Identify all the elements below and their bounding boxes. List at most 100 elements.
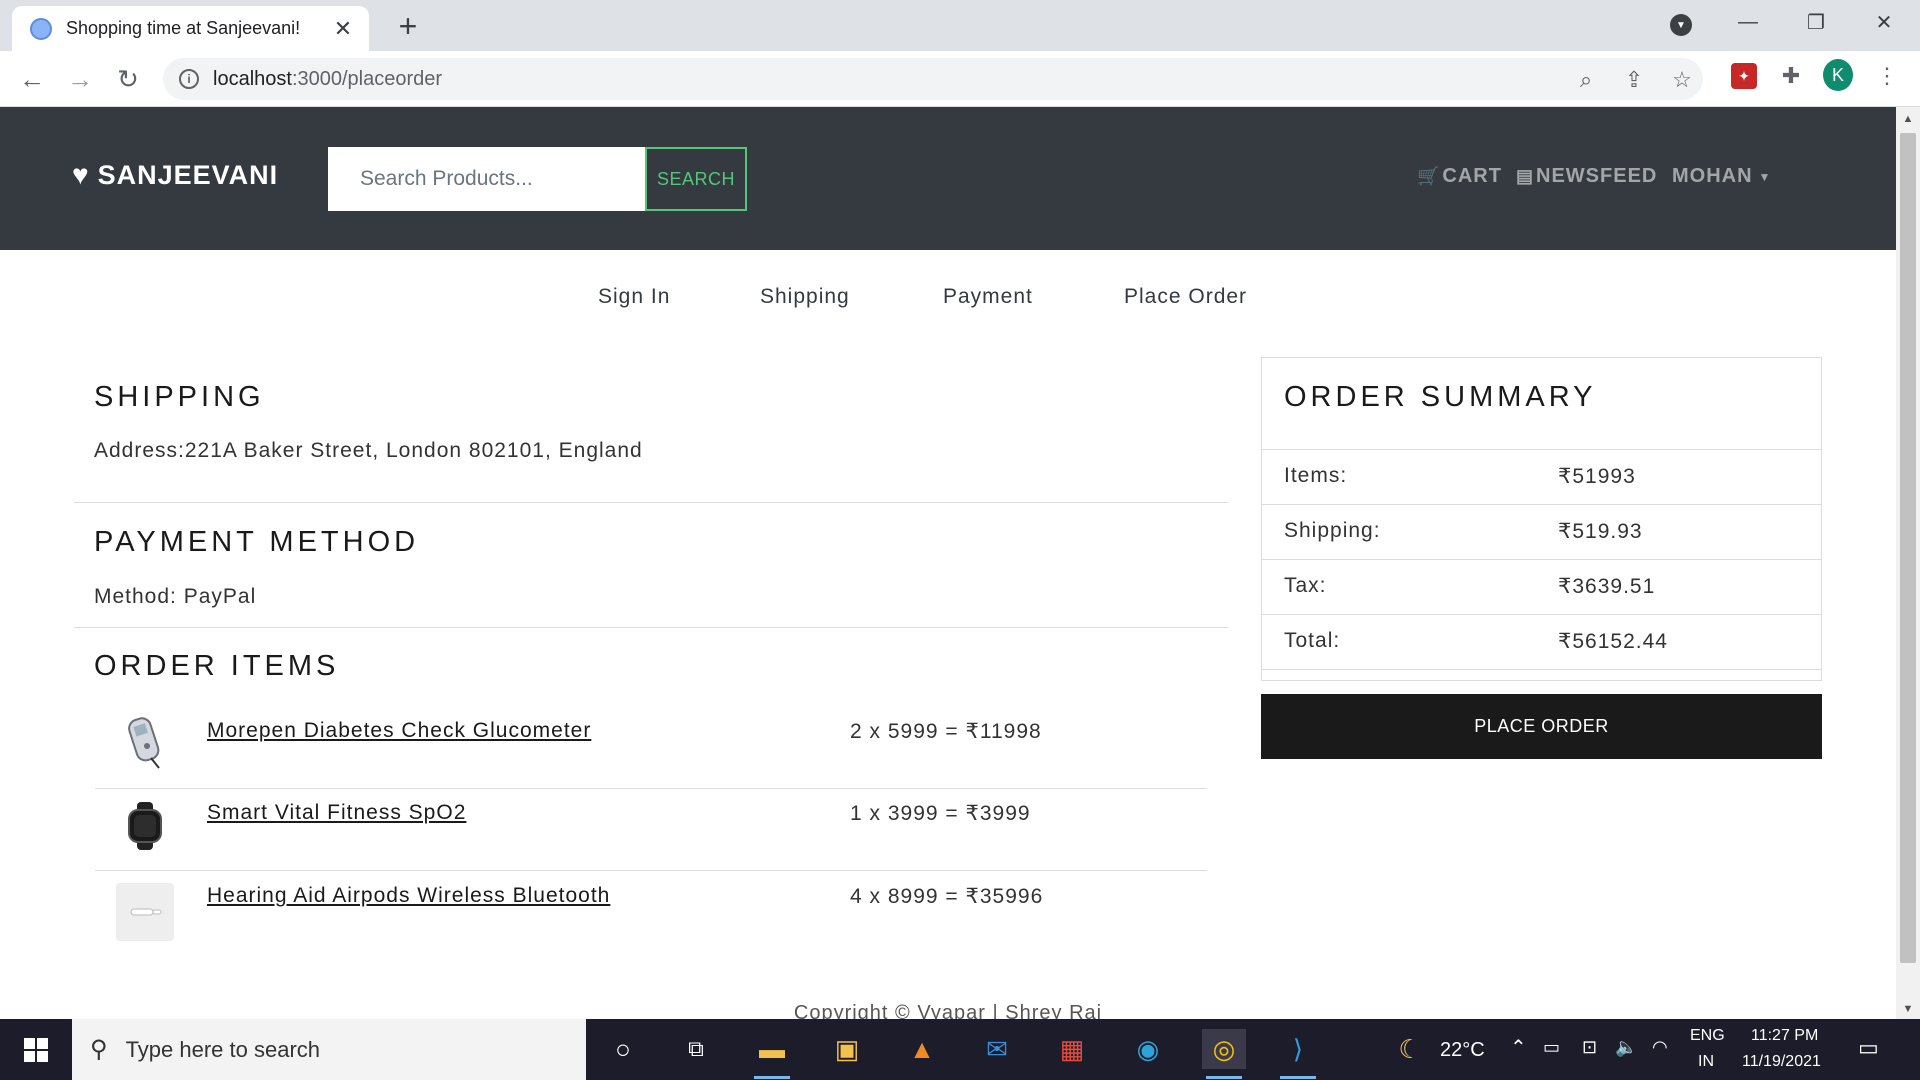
browser-toolbar: ← → ↻ i localhost:3000/placeorder ⌕ ⇪ ☆ bbox=[0, 51, 1920, 107]
order-items-heading: ORDER ITEMS bbox=[94, 650, 340, 682]
mail-icon[interactable]: ✉ bbox=[975, 1029, 1019, 1069]
url-text: localhost:3000/placeorder bbox=[213, 67, 443, 90]
search-input[interactable] bbox=[328, 147, 646, 211]
shipping-address: Address:221A Baker Street, London 802101… bbox=[94, 439, 643, 462]
summary-value: ₹3639.51 bbox=[1558, 575, 1656, 598]
weather-moon-icon[interactable]: ☾ bbox=[1388, 1029, 1432, 1069]
share-icon[interactable]: ⇪ bbox=[1621, 67, 1647, 93]
tray-expand-icon[interactable]: ⌃ bbox=[1510, 1035, 1527, 1060]
divider bbox=[95, 870, 1207, 871]
summary-label: Shipping: bbox=[1284, 519, 1381, 542]
volume-icon[interactable]: 🔈 bbox=[1615, 1037, 1637, 1058]
summary-label: Total: bbox=[1284, 629, 1341, 652]
task-view-icon[interactable]: ⧉ bbox=[674, 1029, 718, 1069]
close-window-icon[interactable]: ✕ bbox=[1854, 0, 1914, 44]
divider bbox=[74, 627, 1228, 628]
weather-temp[interactable]: 22°C bbox=[1440, 1039, 1485, 1062]
network-icon[interactable]: ⊡ bbox=[1582, 1037, 1597, 1058]
restore-icon[interactable]: ❐ bbox=[1786, 0, 1846, 44]
hearing-aid-image bbox=[116, 883, 174, 941]
page-scrollbar[interactable]: ▲ ▼ bbox=[1896, 107, 1920, 1019]
profile-avatar[interactable]: K bbox=[1823, 59, 1853, 91]
cortana-icon[interactable]: ○ bbox=[601, 1029, 645, 1069]
step-sign-in[interactable]: Sign In bbox=[598, 285, 670, 309]
nav-user-dropdown[interactable]: MOHAN ▼ bbox=[1672, 165, 1771, 188]
tab-title: Shopping time at Sanjeevani! bbox=[66, 18, 301, 38]
item-price: 4 x 8999 = ₹35996 bbox=[850, 885, 1044, 908]
step-payment[interactable]: Payment bbox=[943, 285, 1033, 309]
brand-name: SANJEEVANI bbox=[97, 159, 279, 190]
nav-cart-label: CART bbox=[1442, 165, 1502, 187]
vscode-icon[interactable]: ⟩ bbox=[1276, 1029, 1320, 1079]
zoom-icon[interactable]: ⌕ bbox=[1573, 67, 1599, 93]
file-explorer-icon[interactable]: ▬ bbox=[750, 1029, 794, 1079]
search-button[interactable]: SEARCH bbox=[645, 147, 747, 211]
site-favicon-icon bbox=[30, 17, 52, 40]
language-region[interactable]: IN bbox=[1698, 1053, 1714, 1071]
reload-icon[interactable]: ↻ bbox=[108, 59, 148, 99]
shopping-cart-icon: 🛒 bbox=[1417, 166, 1441, 186]
item-link[interactable]: Smart Vital Fitness SpO2 bbox=[207, 801, 466, 825]
glucometer-image bbox=[116, 713, 174, 771]
site-header: ♥ SANJEEVANI SEARCH 🛒 CART ▤ NEWSFEED MO… bbox=[0, 107, 1896, 250]
item-link[interactable]: Morepen Diabetes Check Glucometer bbox=[207, 719, 591, 743]
item-price: 1 x 3999 = ₹3999 bbox=[850, 802, 1031, 825]
battery-icon[interactable]: ▭ bbox=[1543, 1037, 1560, 1058]
wifi-icon[interactable]: ◠ bbox=[1652, 1037, 1668, 1058]
new-tab-button[interactable]: + bbox=[390, 8, 426, 44]
nav-cart[interactable]: 🛒 CART bbox=[1417, 165, 1502, 188]
step-shipping[interactable]: Shipping bbox=[760, 285, 850, 309]
item-price: 2 x 5999 = ₹11998 bbox=[850, 720, 1042, 743]
fitness-watch-image bbox=[116, 797, 174, 855]
summary-row-tax: Tax: ₹3639.51 bbox=[1262, 559, 1821, 614]
chrome-browser-icon[interactable]: ◎ bbox=[1202, 1029, 1246, 1079]
page-viewport: ♥ SANJEEVANI SEARCH 🛒 CART ▤ NEWSFEED MO… bbox=[0, 107, 1896, 1019]
scroll-up-icon[interactable]: ▲ bbox=[1896, 109, 1920, 129]
back-icon[interactable]: ← bbox=[12, 59, 52, 99]
order-summary-heading: ORDER SUMMARY bbox=[1284, 381, 1597, 413]
scroll-down-icon[interactable]: ▼ bbox=[1896, 999, 1920, 1019]
vlc-icon[interactable]: ▲ bbox=[900, 1029, 944, 1069]
nav-newsfeed-label: NEWSFEED bbox=[1536, 165, 1658, 187]
item-link[interactable]: Hearing Aid Airpods Wireless Bluetooth bbox=[207, 884, 610, 908]
notification-center-icon[interactable]: ▭ bbox=[1858, 1035, 1879, 1061]
browser-tab[interactable]: Shopping time at Sanjeevani! ✕ bbox=[12, 6, 369, 51]
rss-icon: ▤ bbox=[1516, 166, 1535, 186]
summary-value: ₹519.93 bbox=[1558, 520, 1643, 543]
taskbar-search-box[interactable]: ⚲ Type here to search bbox=[72, 1019, 586, 1080]
order-summary-card: ORDER SUMMARY Items: ₹51993 Shipping: ₹5… bbox=[1261, 357, 1822, 681]
microsoft-store-icon[interactable]: ▣ bbox=[825, 1029, 869, 1069]
extensions-puzzle-icon[interactable]: ✚ bbox=[1776, 61, 1806, 91]
edge-browser-icon[interactable]: ◉ bbox=[1126, 1029, 1170, 1069]
nav-user-label: MOHAN bbox=[1672, 165, 1753, 187]
search-icon: ⚲ bbox=[90, 1036, 108, 1063]
summary-row-spacer bbox=[1262, 669, 1821, 681]
payment-method: Method: PayPal bbox=[94, 585, 257, 608]
shipping-heading: SHIPPING bbox=[94, 381, 265, 413]
tab-close-icon[interactable]: ✕ bbox=[331, 16, 355, 42]
brand-logo[interactable]: ♥ SANJEEVANI bbox=[72, 159, 278, 191]
menu-kebab-icon[interactable]: ⋮ bbox=[1872, 61, 1902, 91]
start-button[interactable] bbox=[0, 1019, 72, 1080]
nav-newsfeed[interactable]: ▤ NEWSFEED bbox=[1516, 165, 1657, 188]
step-place-order[interactable]: Place Order bbox=[1124, 285, 1247, 309]
forward-icon[interactable]: → bbox=[60, 59, 100, 99]
clock-time[interactable]: 11:27 PM bbox=[1751, 1027, 1818, 1045]
summary-value: ₹51993 bbox=[1558, 465, 1636, 488]
windows-logo-icon bbox=[24, 1037, 48, 1062]
extension-red-icon[interactable]: ✦ bbox=[1729, 61, 1759, 91]
place-order-button[interactable]: PLACE ORDER bbox=[1261, 694, 1822, 759]
scroll-thumb[interactable] bbox=[1900, 133, 1916, 963]
clock-date[interactable]: 11/19/2021 bbox=[1742, 1053, 1821, 1071]
divider bbox=[95, 788, 1207, 789]
site-info-icon[interactable]: i bbox=[179, 69, 199, 89]
footer-copyright: Copyright © Vyapar | Shrey Raj bbox=[793, 1002, 1103, 1019]
address-bar[interactable]: i localhost:3000/placeorder ⌕ ⇪ ☆ bbox=[163, 58, 1703, 100]
tab-search-icon[interactable]: ▼ bbox=[1670, 14, 1692, 36]
bookmark-star-icon[interactable]: ☆ bbox=[1669, 67, 1695, 93]
office-app-icon[interactable]: ▦ bbox=[1050, 1029, 1094, 1069]
summary-row-items: Items: ₹51993 bbox=[1262, 449, 1821, 504]
language-code[interactable]: ENG bbox=[1690, 1027, 1725, 1045]
minimize-icon[interactable]: — bbox=[1718, 0, 1778, 44]
browser-tab-bar: Shopping time at Sanjeevani! ✕ + ▼ — ❐ ✕ bbox=[0, 0, 1920, 51]
